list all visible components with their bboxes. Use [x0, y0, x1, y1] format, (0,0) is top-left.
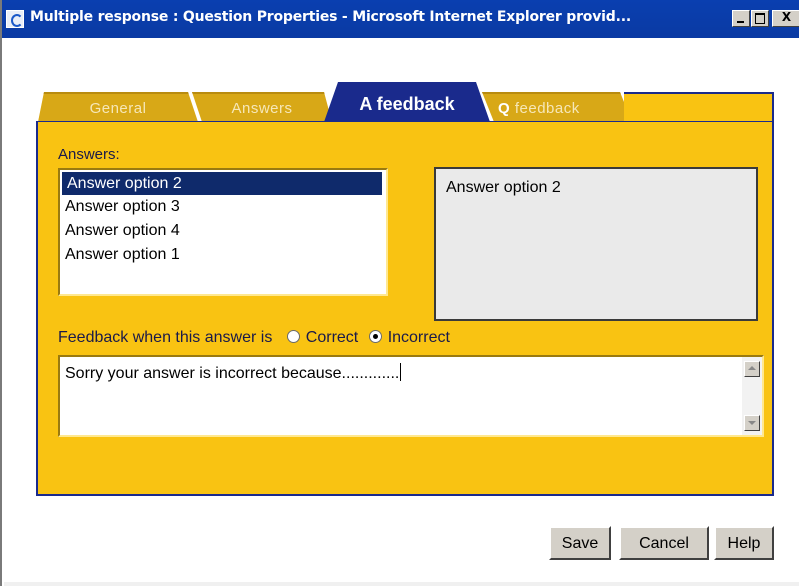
incorrect-label[interactable]: Incorrect — [388, 329, 450, 346]
scroll-down-icon[interactable] — [744, 415, 760, 431]
cancel-button[interactable]: Cancel — [619, 526, 709, 560]
feedback-textarea[interactable]: Sorry your answer is incorrect because..… — [58, 355, 764, 437]
feedback-text: Sorry your answer is incorrect because..… — [65, 363, 402, 383]
ie-logo-icon — [6, 10, 24, 28]
answers-label: Answers: — [58, 146, 120, 163]
correct-label[interactable]: Correct — [306, 329, 358, 346]
tab-strip-filler — [624, 92, 774, 122]
list-item[interactable]: Answer option 1 — [60, 243, 386, 267]
tab-q-feedback[interactable]: Q feedback — [482, 92, 632, 122]
minimize-icon[interactable] — [732, 10, 750, 27]
feedback-prompt: Feedback when this answer is — [58, 329, 273, 346]
tab-q-prefix: Q — [498, 100, 511, 117]
text-caret — [400, 363, 402, 381]
save-button[interactable]: Save — [549, 526, 611, 560]
tab-q-label: feedback — [514, 100, 580, 117]
feedback-row: Feedback when this answer is Correct Inc… — [58, 329, 450, 347]
answer-preview-text: Answer option 2 — [446, 179, 561, 196]
answers-listbox[interactable]: Answer option 2 Answer option 3 Answer o… — [58, 168, 388, 296]
scroll-up-icon[interactable] — [744, 361, 760, 377]
maximize-icon[interactable] — [751, 10, 769, 27]
list-item[interactable]: Answer option 3 — [60, 195, 386, 219]
browser-window: Multiple response : Question Properties … — [0, 0, 799, 586]
answer-preview-box: Answer option 2 — [434, 167, 758, 321]
window-title: Multiple response : Question Properties … — [30, 9, 631, 25]
window-bottom-edge — [4, 582, 799, 586]
title-bar: Multiple response : Question Properties … — [2, 0, 799, 38]
incorrect-radio[interactable] — [368, 330, 382, 343]
tab-answers[interactable]: Answers — [192, 92, 332, 122]
list-item[interactable]: Answer option 4 — [60, 219, 386, 243]
textarea-scrollbar[interactable] — [742, 357, 762, 435]
feedback-text-value: Sorry your answer is incorrect because..… — [65, 365, 400, 382]
help-button[interactable]: Help — [714, 526, 774, 560]
tab-a-feedback[interactable]: A feedback — [324, 82, 490, 122]
tab-general[interactable]: General — [38, 92, 198, 122]
correct-radio[interactable] — [286, 330, 300, 343]
close-icon[interactable]: X — [772, 10, 799, 27]
list-item[interactable]: Answer option 2 — [62, 172, 382, 195]
